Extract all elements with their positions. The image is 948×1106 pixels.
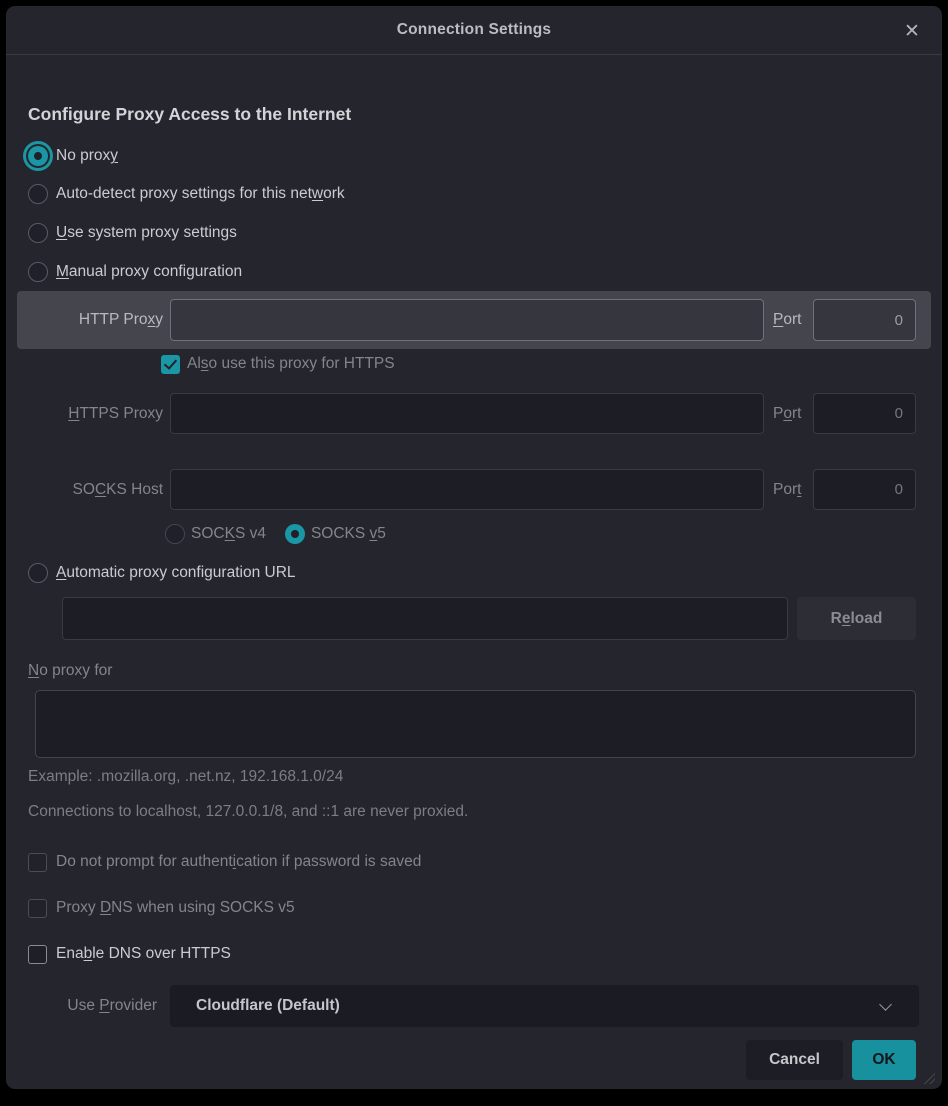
- http-port-label: Port: [773, 291, 801, 349]
- radio-label: Automatic proxy configuration URL: [56, 564, 296, 582]
- socks-host-label: SOCKS Host: [17, 469, 163, 510]
- connection-settings-dialog: Connection Settings ✕ Configure Proxy Ac…: [6, 6, 942, 1089]
- https-proxy-input[interactable]: [170, 393, 764, 434]
- ok-button-label: OK: [872, 1051, 895, 1069]
- socks-port-label: Port: [773, 469, 801, 510]
- checkbox-no-auth-prompt[interactable]: Do not prompt for authentication if pass…: [6, 848, 766, 876]
- localhost-note-text: Connections to localhost, 127.0.0.1/8, a…: [28, 803, 468, 821]
- http-proxy-row-highlight: HTTP Proxy Port: [17, 291, 931, 349]
- socks-port-input[interactable]: [813, 469, 916, 510]
- radio-option-no-proxy[interactable]: No proxy: [6, 142, 706, 170]
- ok-button[interactable]: OK: [852, 1040, 916, 1080]
- http-proxy-input[interactable]: [170, 299, 764, 341]
- reload-button-label: Reload: [831, 610, 883, 628]
- checkbox-label: Also use this proxy for HTTPS: [187, 355, 395, 373]
- radio-option-auto-url[interactable]: Automatic proxy configuration URL: [6, 559, 706, 587]
- radio-socks-v4-label: SOCKS v4: [191, 525, 266, 543]
- provider-dropdown[interactable]: Cloudflare (Default): [170, 985, 919, 1027]
- page-heading: Configure Proxy Access to the Internet: [28, 104, 351, 125]
- checkbox-proxy-dns-socks5[interactable]: Proxy DNS when using SOCKS v5: [6, 894, 766, 922]
- radio-indicator[interactable]: [28, 184, 48, 204]
- radio-indicator[interactable]: [28, 563, 48, 583]
- radio-indicator[interactable]: [28, 146, 48, 166]
- checkbox-label: Proxy DNS when using SOCKS v5: [56, 899, 295, 917]
- radio-indicator[interactable]: [28, 223, 48, 243]
- checkbox-label: Enable DNS over HTTPS: [56, 945, 231, 963]
- http-port-input[interactable]: [813, 299, 916, 341]
- close-button[interactable]: ✕: [898, 17, 926, 45]
- auto-config-url-input[interactable]: [62, 597, 788, 640]
- use-provider-label: Use Provider: [6, 985, 157, 1027]
- checkbox-indicator[interactable]: [161, 355, 180, 374]
- checkbox-indicator[interactable]: [28, 899, 47, 918]
- provider-selected-value: Cloudflare (Default): [196, 997, 340, 1015]
- https-port-label: Port: [773, 393, 801, 434]
- radio-option-manual[interactable]: Manual proxy configuration: [6, 258, 706, 286]
- socks-version-group: SOCKS v4 SOCKS v5: [6, 520, 706, 548]
- example-text: Example: .mozilla.org, .net.nz, 192.168.…: [28, 768, 343, 786]
- socks-host-row: SOCKS Host Port: [17, 469, 931, 510]
- radio-label: Auto-detect proxy settings for this netw…: [56, 185, 345, 203]
- resize-grip[interactable]: [920, 1069, 935, 1084]
- reload-button[interactable]: Reload: [797, 597, 916, 640]
- radio-option-auto-detect[interactable]: Auto-detect proxy settings for this netw…: [6, 180, 706, 208]
- no-proxy-for-label: No proxy for: [28, 659, 112, 683]
- http-proxy-label: HTTP Proxy: [17, 291, 163, 349]
- radio-label: No proxy: [56, 147, 118, 165]
- dialog-title: Connection Settings: [397, 21, 552, 39]
- https-proxy-row: HTTPS Proxy Port: [17, 393, 931, 434]
- radio-indicator[interactable]: [28, 262, 48, 282]
- cancel-button[interactable]: Cancel: [746, 1040, 843, 1080]
- checkbox-indicator[interactable]: [28, 853, 47, 872]
- radio-label: Manual proxy configuration: [56, 263, 242, 281]
- https-proxy-label: HTTPS Proxy: [17, 393, 163, 434]
- cancel-button-label: Cancel: [769, 1051, 820, 1069]
- radio-socks-v5[interactable]: [285, 524, 305, 544]
- chevron-down-icon: [881, 1000, 891, 1010]
- checkbox-also-use-for-https[interactable]: Also use this proxy for HTTPS: [6, 350, 706, 378]
- title-bar: Connection Settings ✕: [6, 6, 942, 55]
- close-icon: ✕: [904, 22, 920, 41]
- socks-host-input[interactable]: [170, 469, 764, 510]
- radio-option-use-system[interactable]: Use system proxy settings: [6, 219, 706, 247]
- radio-socks-v5-label: SOCKS v5: [311, 525, 386, 543]
- no-proxy-for-textarea[interactable]: [35, 690, 916, 758]
- radio-socks-v4[interactable]: [165, 524, 185, 544]
- radio-label: Use system proxy settings: [56, 224, 237, 242]
- checkbox-indicator[interactable]: [28, 945, 47, 964]
- https-port-input[interactable]: [813, 393, 916, 434]
- checkbox-enable-doh[interactable]: Enable DNS over HTTPS: [6, 940, 766, 968]
- checkbox-label: Do not prompt for authentication if pass…: [56, 853, 421, 871]
